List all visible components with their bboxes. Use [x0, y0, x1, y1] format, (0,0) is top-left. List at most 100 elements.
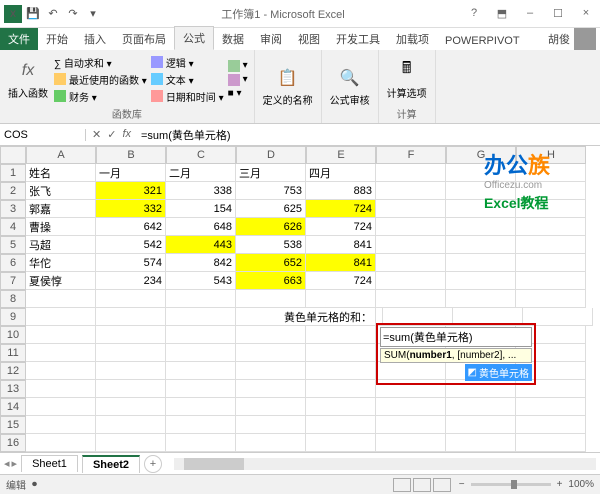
defined-names-button[interactable]: 📋定义的名称: [261, 64, 315, 109]
name-suggestion-item[interactable]: ◩黄色单元格: [465, 364, 532, 381]
cell[interactable]: [516, 272, 586, 290]
cell[interactable]: [306, 362, 376, 380]
cell[interactable]: 724: [306, 200, 376, 218]
cell[interactable]: [236, 416, 306, 434]
cell[interactable]: 724: [306, 272, 376, 290]
row-header[interactable]: 8: [0, 290, 26, 308]
cell[interactable]: [236, 380, 306, 398]
row-header[interactable]: 11: [0, 344, 26, 362]
more-functions-button[interactable]: ■ ▾: [228, 88, 248, 99]
column-header[interactable]: A: [26, 146, 96, 164]
cell[interactable]: [516, 434, 586, 452]
cell[interactable]: 625: [236, 200, 306, 218]
cell[interactable]: [96, 326, 166, 344]
cell[interactable]: [376, 290, 446, 308]
cell[interactable]: 张飞: [26, 182, 96, 200]
cell[interactable]: 华佗: [26, 254, 96, 272]
cell[interactable]: 三月: [236, 164, 306, 182]
cell[interactable]: 154: [166, 200, 236, 218]
cell[interactable]: [446, 272, 516, 290]
lookup-button[interactable]: ▾: [228, 60, 248, 72]
row-header[interactable]: 12: [0, 362, 26, 380]
cell[interactable]: [26, 434, 96, 452]
cell[interactable]: [166, 290, 236, 308]
tab-powerpivot[interactable]: POWERPIVOT: [437, 32, 528, 50]
cell[interactable]: [446, 254, 516, 272]
zoom-thumb[interactable]: [511, 480, 517, 489]
cell[interactable]: 夏侯惇: [26, 272, 96, 290]
user-account[interactable]: 胡俊: [548, 28, 600, 50]
tab-addins[interactable]: 加载项: [388, 28, 437, 50]
page-break-view-icon[interactable]: [433, 478, 451, 492]
cell[interactable]: [26, 362, 96, 380]
column-header[interactable]: E: [306, 146, 376, 164]
cell[interactable]: [166, 308, 236, 326]
cell[interactable]: [96, 434, 166, 452]
zoom-slider[interactable]: [471, 483, 551, 486]
cell[interactable]: [166, 398, 236, 416]
sheet-tab-1[interactable]: Sheet1: [21, 455, 78, 472]
cell[interactable]: [306, 398, 376, 416]
insert-function-button[interactable]: fx 插入函数: [6, 57, 50, 102]
cell[interactable]: 642: [96, 218, 166, 236]
fx-button-icon[interactable]: fx: [122, 128, 131, 141]
maximize-icon[interactable]: ☐: [548, 7, 568, 20]
recently-used-button[interactable]: 最近使用的函数 ▾: [54, 72, 147, 87]
cell[interactable]: [166, 362, 236, 380]
cell[interactable]: 842: [166, 254, 236, 272]
cell[interactable]: [306, 380, 376, 398]
cell[interactable]: [96, 380, 166, 398]
cell[interactable]: 841: [306, 254, 376, 272]
row-header[interactable]: 9: [0, 308, 26, 326]
cell[interactable]: [376, 236, 446, 254]
cell[interactable]: [96, 398, 166, 416]
logical-button[interactable]: 逻辑 ▾: [151, 55, 224, 70]
scrollbar-thumb[interactable]: [184, 458, 244, 470]
add-sheet-button[interactable]: +: [144, 455, 162, 473]
zoom-in-icon[interactable]: +: [557, 479, 563, 490]
cell[interactable]: [26, 344, 96, 362]
cell[interactable]: [166, 344, 236, 362]
cell[interactable]: [236, 362, 306, 380]
tab-view[interactable]: 视图: [290, 28, 328, 50]
cell[interactable]: [236, 434, 306, 452]
cell[interactable]: [446, 290, 516, 308]
cell[interactable]: 332: [96, 200, 166, 218]
name-box[interactable]: COS: [0, 129, 86, 141]
cell[interactable]: 443: [166, 236, 236, 254]
cell[interactable]: [516, 416, 586, 434]
text-button[interactable]: 文本 ▾: [151, 72, 224, 87]
cell[interactable]: [516, 254, 586, 272]
row-header[interactable]: 5: [0, 236, 26, 254]
cell[interactable]: [306, 290, 376, 308]
cell[interactable]: [236, 344, 306, 362]
datetime-button[interactable]: 日期和时间 ▾: [151, 89, 224, 104]
cell[interactable]: [26, 308, 96, 326]
row-header[interactable]: 7: [0, 272, 26, 290]
row-header[interactable]: 3: [0, 200, 26, 218]
cell[interactable]: 543: [166, 272, 236, 290]
cell[interactable]: [376, 254, 446, 272]
row-header[interactable]: 10: [0, 326, 26, 344]
cell[interactable]: 234: [96, 272, 166, 290]
cell[interactable]: 338: [166, 182, 236, 200]
cell[interactable]: [26, 290, 96, 308]
enter-formula-icon[interactable]: ✓: [107, 128, 116, 141]
cell[interactable]: 一月: [96, 164, 166, 182]
row-header[interactable]: 1: [0, 164, 26, 182]
cell[interactable]: [376, 164, 446, 182]
cell[interactable]: [376, 200, 446, 218]
sheet-nav-prev-icon[interactable]: ◂: [4, 457, 10, 470]
cell[interactable]: [446, 434, 516, 452]
select-all-corner[interactable]: [0, 146, 26, 164]
cell[interactable]: 626: [236, 218, 306, 236]
cell[interactable]: [236, 290, 306, 308]
cancel-formula-icon[interactable]: ✕: [92, 128, 101, 141]
save-icon[interactable]: 💾: [24, 5, 42, 23]
cell[interactable]: 马超: [26, 236, 96, 254]
cell-editor[interactable]: =sum(黄色单元格): [380, 327, 532, 347]
financial-button[interactable]: 财务 ▾: [54, 89, 147, 104]
close-icon[interactable]: ×: [576, 7, 596, 20]
zoom-out-icon[interactable]: −: [459, 479, 465, 490]
row-header[interactable]: 4: [0, 218, 26, 236]
